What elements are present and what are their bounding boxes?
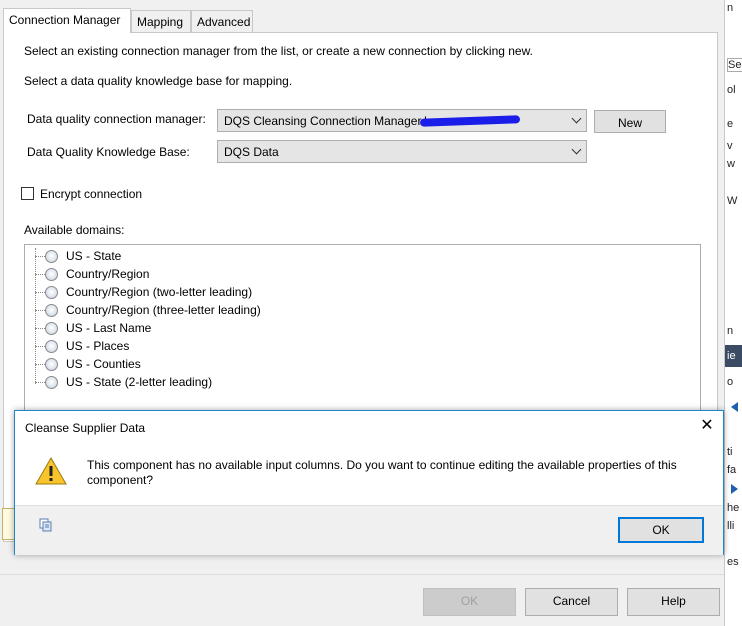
tree-connector [35, 382, 45, 383]
dq-connection-label: Data quality connection manager: [27, 112, 206, 126]
intro-text-kb: Select a data quality knowledge base for… [24, 74, 293, 88]
domain-label: Country/Region (three-letter leading) [66, 303, 261, 317]
help-button[interactable]: Help [627, 588, 720, 616]
domain-icon [45, 286, 58, 299]
bg-fragment: lli [727, 520, 735, 532]
bg-fragment: fa [727, 464, 737, 476]
bg-fragment: ti [727, 446, 733, 458]
tab-connection-manager[interactable]: Connection Manager [3, 8, 131, 33]
domain-icon [45, 358, 58, 371]
cleanse-supplier-data-dialog: Cleanse Supplier Data ✕ This component h… [14, 410, 724, 555]
bg-fragment: o [727, 376, 734, 388]
domain-label: US - Counties [66, 357, 141, 371]
tree-connector [35, 292, 45, 293]
domain-icon [45, 340, 58, 353]
cancel-button[interactable]: Cancel [525, 588, 618, 616]
knowledge-base-label: Data Quality Knowledge Base: [27, 145, 190, 159]
domain-icon [45, 268, 58, 281]
warning-icon [35, 456, 67, 485]
bg-fragment: v [727, 140, 733, 152]
ok-button[interactable]: OK [423, 588, 516, 616]
tree-connector [35, 274, 45, 275]
dq-connection-select[interactable]: DQS Cleansing Connection Manager.l [217, 109, 587, 132]
domain-icon [45, 322, 58, 335]
intro-text: Select an existing connection manager fr… [24, 44, 533, 58]
tree-connector [35, 346, 45, 347]
bg-fragment: he [727, 502, 740, 514]
domain-icon [45, 304, 58, 317]
dq-connection-value: DQS Cleansing Connection Manager.l [224, 114, 427, 128]
tree-connector [35, 256, 45, 257]
bg-fragment: n [727, 325, 734, 337]
dialog-footer: OK [15, 505, 723, 555]
chevron-down-icon [571, 113, 582, 124]
encrypt-connection-checkbox[interactable] [21, 187, 34, 200]
tab-advanced[interactable]: Advanced [191, 10, 253, 32]
tree-connector [35, 310, 45, 311]
bg-fragment: W [727, 195, 738, 207]
tree-connector [35, 328, 45, 329]
domain-label: Country/Region (two-letter leading) [66, 285, 253, 299]
domain-label: US - State (2-letter leading) [66, 375, 213, 389]
domain-label: US - Places [66, 339, 130, 353]
tab-label: Mapping [137, 15, 184, 29]
dialog-message: This component has no available input co… [87, 458, 677, 487]
knowledge-base-select[interactable]: DQS Data [217, 140, 587, 163]
collapse-arrow-icon[interactable] [731, 402, 738, 412]
chevron-down-icon [571, 144, 582, 155]
domain-label: US - Last Name [66, 321, 152, 335]
domain-label: Country/Region [66, 267, 150, 281]
domain-icon [45, 250, 58, 263]
bg-fragment: e [727, 118, 734, 130]
encrypt-connection-label: Encrypt connection [40, 187, 143, 201]
copy-icon[interactable] [39, 518, 53, 532]
tab-label: Advanced [197, 15, 251, 29]
dialog-ok-button[interactable]: OK [618, 517, 704, 543]
expand-arrow-icon[interactable] [731, 484, 738, 494]
bg-fragment: ie [727, 350, 736, 362]
bg-fragment: ol [727, 84, 736, 96]
tab-mapping[interactable]: Mapping [131, 10, 191, 32]
tree-connector [35, 364, 45, 365]
background-window-strip: n Se ol e v w W n ie o ti fa he lli es [724, 0, 742, 626]
close-icon[interactable]: ✕ [697, 417, 717, 437]
bg-fragment: es [727, 556, 739, 568]
knowledge-base-value: DQS Data [224, 145, 279, 159]
dialog-body: This component has no available input co… [15, 443, 723, 505]
available-domains-label: Available domains: [24, 223, 125, 237]
new-connection-button[interactable]: New [594, 110, 666, 133]
bg-fragment: w [727, 158, 735, 170]
bg-fragment: n [727, 2, 734, 14]
tab-label: Connection Manager [9, 13, 121, 27]
dialog-title: Cleanse Supplier Data [25, 421, 146, 435]
domain-label: US - State [66, 249, 122, 263]
domain-icon [45, 376, 58, 389]
bg-fragment: Se [727, 58, 742, 72]
dialog-title-bar: Cleanse Supplier Data ✕ [15, 411, 723, 443]
